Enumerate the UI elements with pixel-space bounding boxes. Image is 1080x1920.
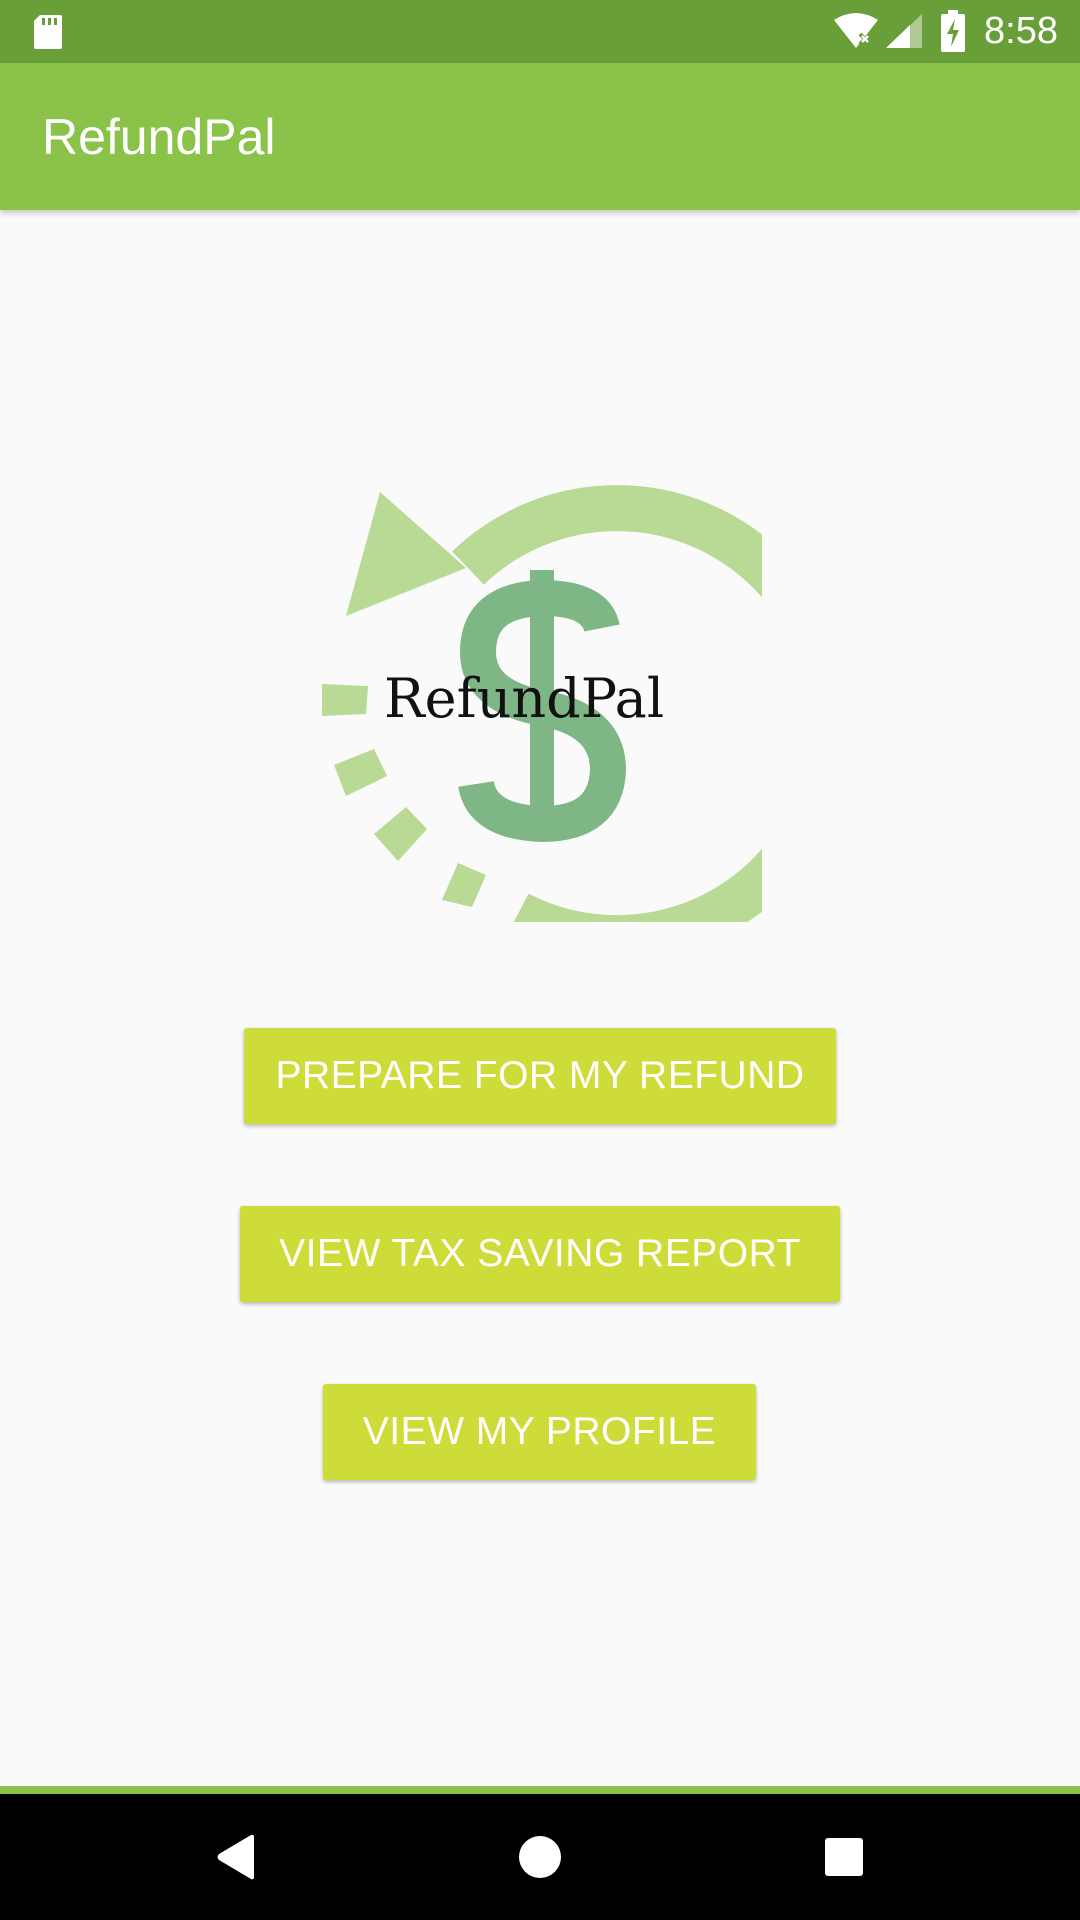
- nav-recents-button[interactable]: [784, 1794, 904, 1920]
- status-bar: 8:58: [0, 0, 1080, 63]
- home-icon: [519, 1836, 561, 1878]
- nav-home-button[interactable]: [480, 1794, 600, 1920]
- logo-wordmark: RefundPal: [384, 667, 665, 730]
- status-clock: 8:58: [984, 10, 1058, 52]
- wifi-icon: [834, 13, 878, 48]
- recents-icon: [825, 1838, 863, 1876]
- view-tax-saving-report-button[interactable]: VIEW TAX SAVING REPORT: [240, 1206, 840, 1302]
- view-my-profile-button[interactable]: VIEW MY PROFILE: [323, 1384, 756, 1480]
- navigation-bar: [0, 1794, 1080, 1920]
- back-icon: [217, 1834, 254, 1880]
- battery-charging-icon: [941, 10, 965, 52]
- nav-back-button[interactable]: [176, 1794, 296, 1920]
- bottom-accent-bar: [0, 1786, 1080, 1794]
- app-bar: RefundPal: [0, 63, 1080, 210]
- prepare-refund-button[interactable]: PREPARE FOR MY REFUND: [244, 1028, 836, 1124]
- signal-icon: [886, 14, 922, 48]
- app-title: RefundPal: [42, 109, 276, 165]
- sd-card-icon: [34, 15, 62, 49]
